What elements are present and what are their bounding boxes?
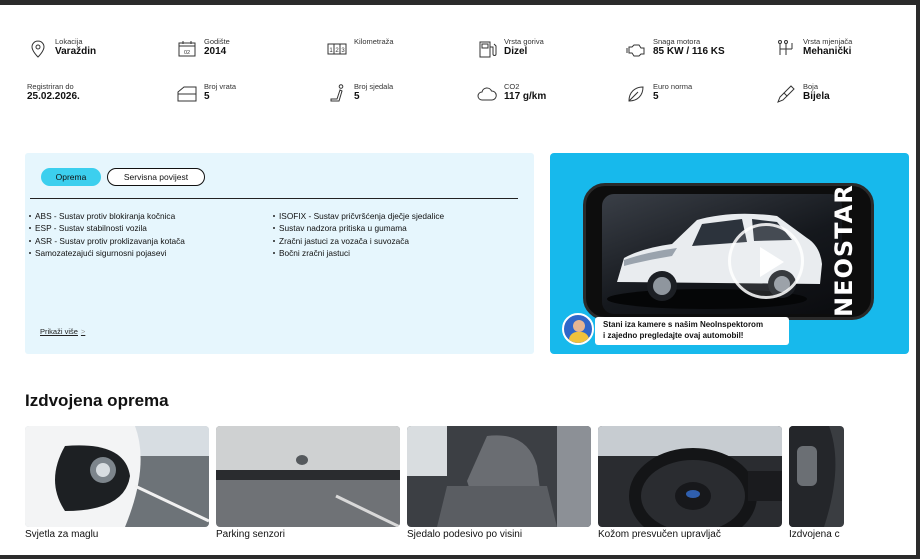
spec-value: 5 [354, 91, 360, 102]
play-button[interactable] [728, 223, 804, 299]
spec-label: Lokacija [55, 37, 83, 46]
spec-label: Broj sjedala [354, 82, 394, 91]
equipment-panel: Oprema Servisna povijest ABS - Sustav pr… [25, 153, 534, 354]
spec-label: Vrsta goriva [504, 37, 544, 46]
card-caption: Parking senzori [216, 529, 285, 540]
spec-label: Snaga motora [653, 37, 701, 46]
card-caption: Kožom presvučen upravljač [598, 529, 721, 540]
gearbox-icon [775, 38, 797, 60]
paint-brush-icon [775, 83, 797, 105]
video-thumbnail [602, 194, 842, 314]
spec-power: Snaga motora 85 KW / 116 KS [625, 37, 725, 60]
spec-label: Registriran do [27, 82, 74, 91]
inspector-avatar [562, 313, 594, 345]
odometer-icon: 123 [326, 38, 348, 60]
seat-icon [326, 83, 348, 105]
spec-year: 02 Godište 2014 [176, 37, 230, 60]
spec-label: Kilometraža [354, 37, 394, 46]
svg-text:3: 3 [341, 48, 345, 54]
card-caption: Svjetla za maglu [25, 529, 99, 540]
spec-label: CO2 [504, 82, 520, 91]
spec-value: 2014 [204, 46, 227, 57]
list-item: Sustav nadzora pritiska u gumama [273, 222, 444, 234]
svg-text:1: 1 [329, 48, 333, 54]
spec-label: Godište [204, 37, 230, 46]
featured-card-seat-height[interactable]: Sjedalo podesivo po visini [407, 426, 591, 549]
callout-line: Stani iza kamere s našim NeoInspektorom [603, 320, 764, 329]
card-caption: Sjedalo podesivo po visini [407, 529, 523, 540]
inspection-video-banner[interactable]: NEOSTAR Stani iza kamere s našim NeoInsp… [550, 153, 909, 354]
calendar-icon: 02 [176, 38, 198, 60]
location-pin-icon [27, 38, 49, 60]
spec-co2: CO2 117 g/km [476, 82, 546, 105]
cloud-icon [476, 83, 498, 105]
steering-wheel-photo [598, 426, 782, 527]
fog-light-photo [25, 426, 209, 527]
featured-card-parking-sensors[interactable]: Parking senzori [216, 426, 400, 549]
spec-label: Vrsta mjenjača [803, 37, 853, 46]
featured-card-leather-wheel[interactable]: Kožom presvučen upravljač [598, 426, 782, 549]
engine-icon [625, 38, 647, 60]
callout-line: i zajedno pregledajte ovaj automobil! [603, 330, 744, 340]
spec-seats: Broj sjedala 5 [326, 82, 393, 105]
spec-value: Mehanički [803, 46, 852, 57]
list-item: Samozatezajući sigurnosni pojasevi [29, 247, 185, 259]
spec-value: 5 [204, 91, 210, 102]
spec-mileage: 123 Kilometraža [326, 37, 394, 60]
svg-text:2: 2 [335, 48, 339, 54]
video-callout: Stani iza kamere s našim NeoInspektorom … [595, 317, 789, 345]
brand-text: NEOSTAR [830, 184, 858, 317]
parking-sensor-photo [216, 426, 400, 527]
card-caption: Izdvojena c [789, 529, 840, 540]
list-item: ISOFIX - Sustav pričvršćenja dječje sjed… [273, 210, 444, 222]
equipment-list-left: ABS - Sustav protiv blokiranja kočnica E… [29, 210, 185, 259]
spec-value: 85 KW / 116 KS [653, 46, 725, 57]
spec-gearbox: Vrsta mjenjača Mehanički [775, 37, 852, 60]
leaf-icon [625, 83, 647, 105]
spec-location: Lokacija Varaždin [27, 37, 96, 60]
seat-photo [407, 426, 591, 527]
list-item: ABS - Sustav protiv blokiranja kočnica [29, 210, 185, 222]
spec-value: Bijela [803, 91, 830, 102]
featured-card-partial[interactable]: Izdvojena c [789, 426, 844, 549]
spec-label: Euro norma [653, 82, 693, 91]
list-item: ASR - Sustav protiv proklizavanja kotača [29, 235, 185, 247]
equipment-list-right: ISOFIX - Sustav pričvršćenja dječje sjed… [273, 210, 444, 259]
spec-value: 25.02.2026. [27, 91, 80, 102]
fuel-pump-icon [476, 38, 498, 60]
spec-value: 5 [653, 91, 659, 102]
spec-euro-norm: Euro norma 5 [625, 82, 692, 105]
list-item: ESP - Sustav stabilnosti vozila [29, 222, 185, 234]
spec-registration: Registriran do 25.02.2026. [27, 82, 80, 103]
spec-doors: Broj vrata 5 [176, 82, 236, 105]
partial-photo [789, 426, 844, 527]
calendar-day: 02 [184, 50, 190, 56]
chevron-right-icon: > [80, 327, 86, 336]
list-item: Bočni zračni jastuci [273, 247, 444, 259]
spec-value: Varaždin [55, 46, 97, 57]
listing-page: Lokacija Varaždin 02 Godište 2014 123 Kilo… [0, 5, 916, 555]
tab-divider [30, 198, 518, 199]
featured-title: Izdvojena oprema [25, 391, 169, 410]
tab-servisna-povijest[interactable]: Servisna povijest [107, 168, 205, 186]
car-image [607, 213, 822, 309]
spec-value: 117 g/km [504, 91, 547, 102]
list-item: Zračni jastuci za vozača i suvozača [273, 235, 444, 247]
spec-fuel: Vrsta goriva Dizel [476, 37, 544, 60]
tab-oprema[interactable]: Oprema [41, 168, 101, 186]
spec-color: Boja Bijela [775, 82, 830, 105]
show-more-label: Prikaži više [40, 327, 78, 336]
spec-label: Broj vrata [204, 82, 237, 91]
car-door-icon [176, 83, 198, 105]
featured-card-fog-lights[interactable]: Svjetla za maglu [25, 426, 209, 549]
show-more-link[interactable]: Prikaži više > [40, 327, 85, 336]
spec-value: Dizel [504, 46, 528, 57]
spec-label: Boja [803, 82, 819, 91]
